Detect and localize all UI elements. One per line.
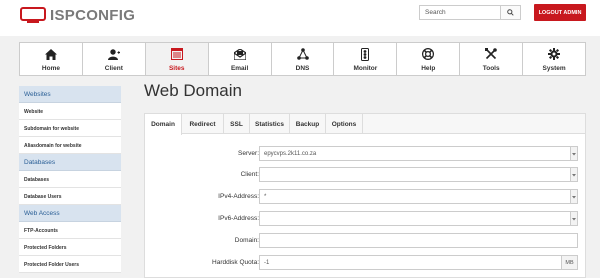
- sidebar-item-database-users[interactable]: Database Users: [19, 188, 121, 205]
- form-tabs: Domain Redirect SSL Statistics Backup Op…: [145, 114, 585, 135]
- user-icon: [107, 47, 121, 61]
- sites-icon: [170, 47, 184, 61]
- nav-item-home[interactable]: Home: [20, 43, 83, 75]
- ipv4-value: *: [264, 194, 267, 200]
- server-select[interactable]: epycvps.2k11.co.za: [259, 146, 578, 161]
- domain-label: Domain:: [234, 237, 259, 244]
- form-row-client: Client:: [145, 167, 585, 183]
- form-row-quota: Harddisk Quota: -1 MB: [145, 255, 585, 271]
- nav-label-help: Help: [421, 65, 436, 72]
- tab-ssl[interactable]: SSL: [224, 114, 250, 134]
- nav-item-sites[interactable]: Sites: [145, 43, 209, 75]
- ipv4-label: IPv4-Address:: [218, 193, 259, 200]
- client-label: Client:: [240, 171, 259, 178]
- chevron-down-icon: [570, 168, 577, 181]
- chevron-down-icon: [570, 190, 577, 203]
- sidebar-item-databases[interactable]: Databases: [19, 171, 121, 188]
- ipv4-select[interactable]: *: [259, 189, 578, 204]
- nav-label-system: System: [542, 65, 566, 72]
- sidebar-item-protected-folder-users[interactable]: Protected Folder Users: [19, 256, 121, 273]
- sidebar-item-ftp-accounts[interactable]: FTP-Accounts: [19, 222, 121, 239]
- ipv6-select[interactable]: [259, 211, 578, 226]
- search-button[interactable]: [501, 5, 521, 20]
- quota-unit: MB: [562, 255, 578, 270]
- nav-item-system[interactable]: System: [523, 43, 585, 75]
- sidebar-item-protected-folders[interactable]: Protected Folders: [19, 239, 121, 256]
- page-title: Web Domain: [144, 81, 242, 100]
- nav-label-dns: DNS: [295, 65, 310, 72]
- sidebar-section-web-access: Web Access: [19, 205, 121, 222]
- chevron-down-icon: [570, 147, 577, 160]
- tab-backup[interactable]: Backup: [290, 114, 326, 134]
- nav-label-monitor: Monitor: [353, 65, 378, 72]
- quota-label: Harddisk Quota:: [212, 259, 259, 266]
- email-icon: [233, 47, 247, 61]
- search-icon: [507, 9, 514, 16]
- help-icon: [421, 47, 435, 61]
- app-header: ISPCONFIG Search LOGOUT ADMIN: [0, 0, 600, 36]
- nav-label-client: Client: [104, 65, 123, 72]
- nav-item-client[interactable]: Client: [83, 43, 146, 75]
- tab-redirect[interactable]: Redirect: [182, 114, 224, 134]
- search-input[interactable]: Search: [419, 5, 501, 20]
- main-nav: Home Client Sites Email DNS Monitor Help…: [19, 42, 586, 76]
- sidebar-section-websites: Websites: [19, 86, 121, 103]
- domain-input[interactable]: [259, 233, 578, 248]
- sidebar: Websites Website Subdomain for website A…: [19, 86, 121, 278]
- sidebar-item-website[interactable]: Website: [19, 103, 121, 120]
- logo-monitor-icon: [20, 7, 46, 23]
- nav-label-sites: Sites: [168, 65, 185, 72]
- sidebar-item-subdomain[interactable]: Subdomain for website: [19, 120, 121, 137]
- nav-item-email[interactable]: Email: [209, 43, 272, 75]
- home-icon: [44, 47, 58, 61]
- logout-button[interactable]: LOGOUT ADMIN: [534, 4, 586, 21]
- tab-options[interactable]: Options: [326, 114, 363, 134]
- nav-label-home: Home: [41, 65, 60, 72]
- form-row-domain: Domain:: [145, 233, 585, 249]
- tab-domain[interactable]: Domain: [145, 114, 182, 135]
- nav-item-help[interactable]: Help: [397, 43, 461, 75]
- form-row-ipv6: IPv6-Address:: [145, 211, 585, 227]
- nav-item-monitor[interactable]: Monitor: [334, 43, 398, 75]
- nav-item-dns[interactable]: DNS: [272, 43, 335, 75]
- web-domain-form-panel: Domain Redirect SSL Statistics Backup Op…: [144, 113, 586, 278]
- tab-statistics[interactable]: Statistics: [250, 114, 290, 134]
- form-row-ipv4: IPv4-Address: *: [145, 189, 585, 205]
- server-value: epycvps.2k11.co.za: [264, 151, 317, 157]
- gear-icon: [547, 47, 561, 61]
- chevron-down-icon: [570, 212, 577, 225]
- ipv6-label: IPv6-Address:: [218, 215, 259, 222]
- dns-icon: [296, 47, 310, 61]
- server-label: Server:: [238, 150, 259, 157]
- sidebar-section-databases: Databases: [19, 154, 121, 171]
- sidebar-item-aliasdomain[interactable]: Aliasdomain for website: [19, 137, 121, 154]
- monitor-icon: [358, 47, 372, 61]
- form-row-server: Server: epycvps.2k11.co.za: [145, 146, 585, 162]
- nav-item-tools[interactable]: Tools: [460, 43, 524, 75]
- tools-icon: [484, 47, 498, 61]
- quota-input[interactable]: -1: [259, 255, 562, 270]
- nav-label-email: Email: [230, 65, 249, 72]
- ispconfig-logo[interactable]: ISPCONFIG: [20, 6, 135, 26]
- client-select[interactable]: [259, 167, 578, 182]
- nav-label-tools: Tools: [482, 65, 500, 72]
- logo-text: ISPCONFIG: [50, 7, 136, 24]
